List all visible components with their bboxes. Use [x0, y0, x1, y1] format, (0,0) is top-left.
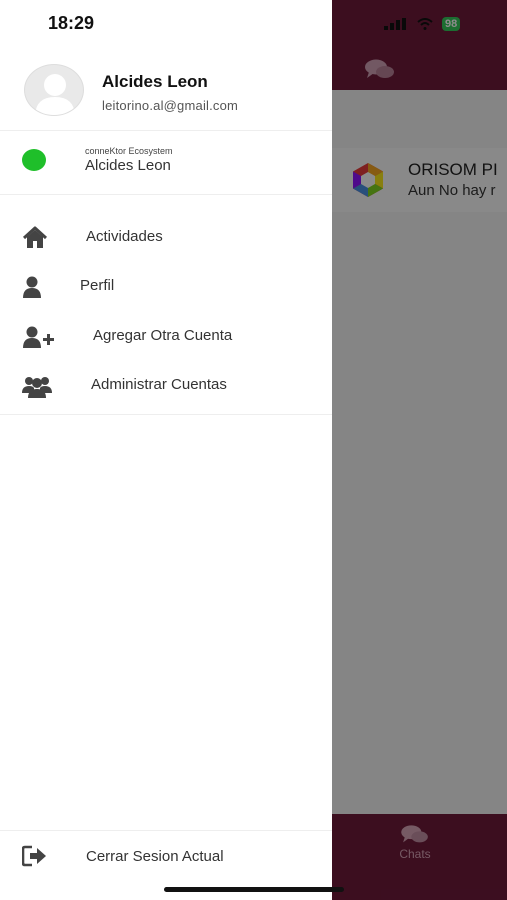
logout-label: Cerrar Sesion Actual: [86, 848, 224, 865]
online-status-dot: [22, 149, 46, 171]
default-avatar-icon: [35, 74, 75, 115]
account-name: Alcides Leon: [85, 157, 171, 174]
account-ecosystem: conneKtor Ecosystem: [85, 146, 173, 156]
status-time: 18:29: [48, 13, 95, 33]
home-indicator: [164, 887, 344, 892]
menu-item-label: Perfil: [80, 277, 115, 294]
home-icon: [22, 226, 48, 248]
users-icon: [22, 377, 52, 398]
menu-item-perfil[interactable]: Perfil: [0, 267, 332, 307]
menu-item-label: Administrar Cuentas: [91, 376, 227, 393]
sign-out-icon: [22, 845, 46, 867]
menu-item-label: Actividades: [86, 228, 163, 245]
avatar[interactable]: [24, 64, 84, 116]
menu-item-administrar-cuentas[interactable]: Administrar Cuentas: [0, 366, 332, 406]
menu-item-agregar-cuenta[interactable]: Agregar Otra Cuenta: [0, 317, 332, 357]
menu-item-label: Agregar Otra Cuenta: [93, 327, 233, 344]
logout-button[interactable]: Cerrar Sesion Actual: [0, 836, 332, 876]
menu-item-actividades[interactable]: Actividades: [0, 218, 332, 258]
divider: [0, 414, 332, 415]
side-drawer: 18:29 Alcides Leon leitorino.al@gmail.co…: [0, 0, 332, 900]
divider: [0, 130, 332, 131]
user-plus-icon: [23, 326, 54, 348]
user-icon: [23, 276, 41, 298]
profile-name: Alcides Leon: [102, 72, 208, 91]
profile-email: leitorino.al@gmail.com: [102, 98, 239, 113]
divider: [0, 830, 332, 831]
divider: [0, 194, 332, 195]
